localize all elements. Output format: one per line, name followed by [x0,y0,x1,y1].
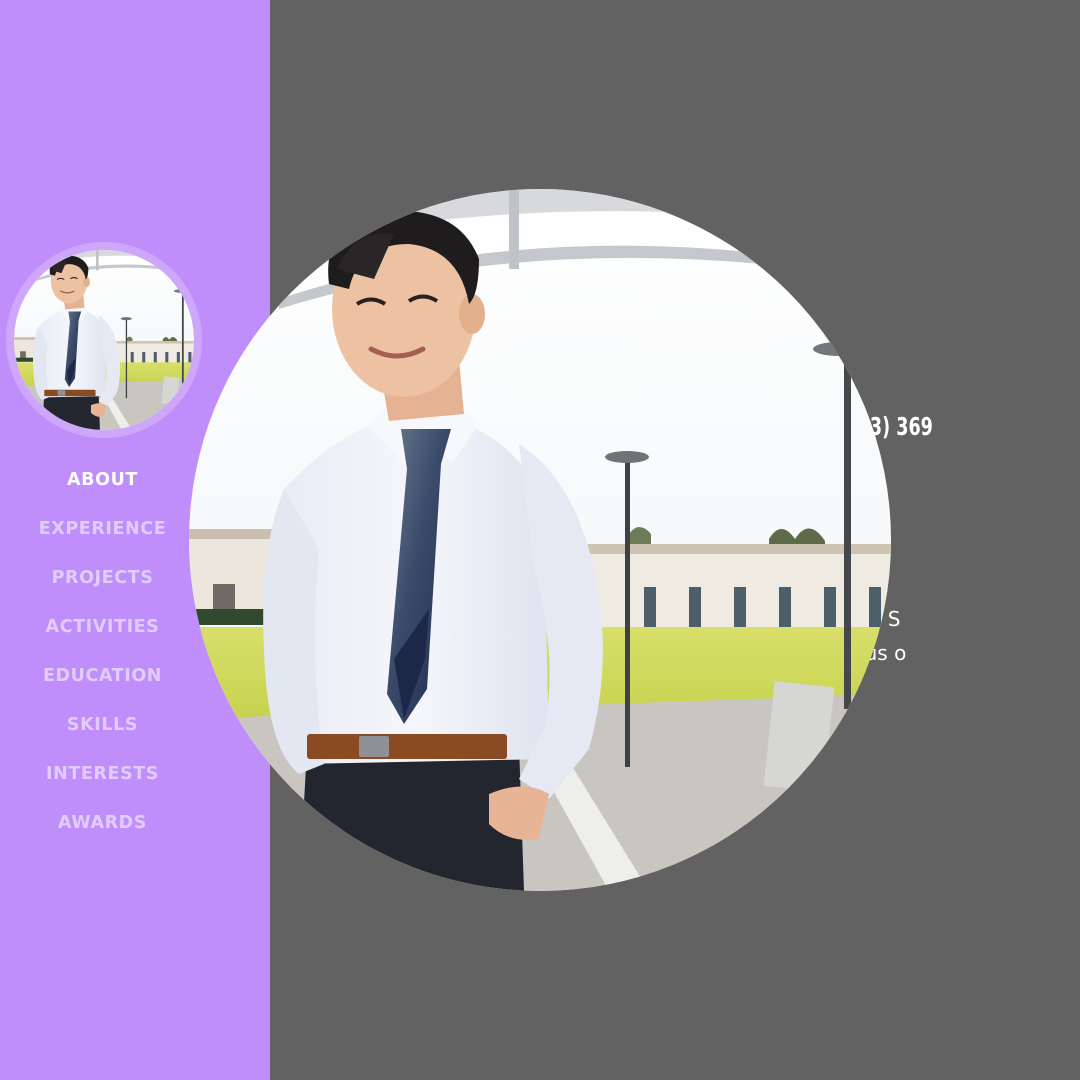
nav-link-awards[interactable]: AWARDS [58,809,147,833]
portfolio-page: ABOUT EXPERIENCE PROJECTS ACTIVITIES EDU… [0,0,1080,1080]
nav-link-projects[interactable]: PROJECTS [52,564,154,588]
nav-item-interests: INTERESTS [0,760,205,809]
nav-item-about: ABOUT [0,466,205,515]
nav-link-education[interactable]: EDUCATION [43,662,162,686]
nav-item-projects: PROJECTS [0,564,205,613]
nav-menu: ABOUT EXPERIENCE PROJECTS ACTIVITIES EDU… [0,466,205,858]
nav-link-activities[interactable]: ACTIVITIES [46,613,160,637]
profile-photo-large[interactable] [189,189,891,891]
nav-item-experience: EXPERIENCE [0,515,205,564]
nav-link-experience[interactable]: EXPERIENCE [39,515,167,539]
nav-item-education: EDUCATION [0,662,205,711]
nav-link-interests[interactable]: INTERESTS [46,760,159,784]
nav-item-activities: ACTIVITIES [0,613,205,662]
nav-link-skills[interactable]: SKILLS [67,711,138,735]
nav-item-skills: SKILLS [0,711,205,760]
nav-link-about[interactable]: ABOUT [67,466,138,490]
nav-item-awards: AWARDS [0,809,205,858]
profile-photo [6,242,202,438]
